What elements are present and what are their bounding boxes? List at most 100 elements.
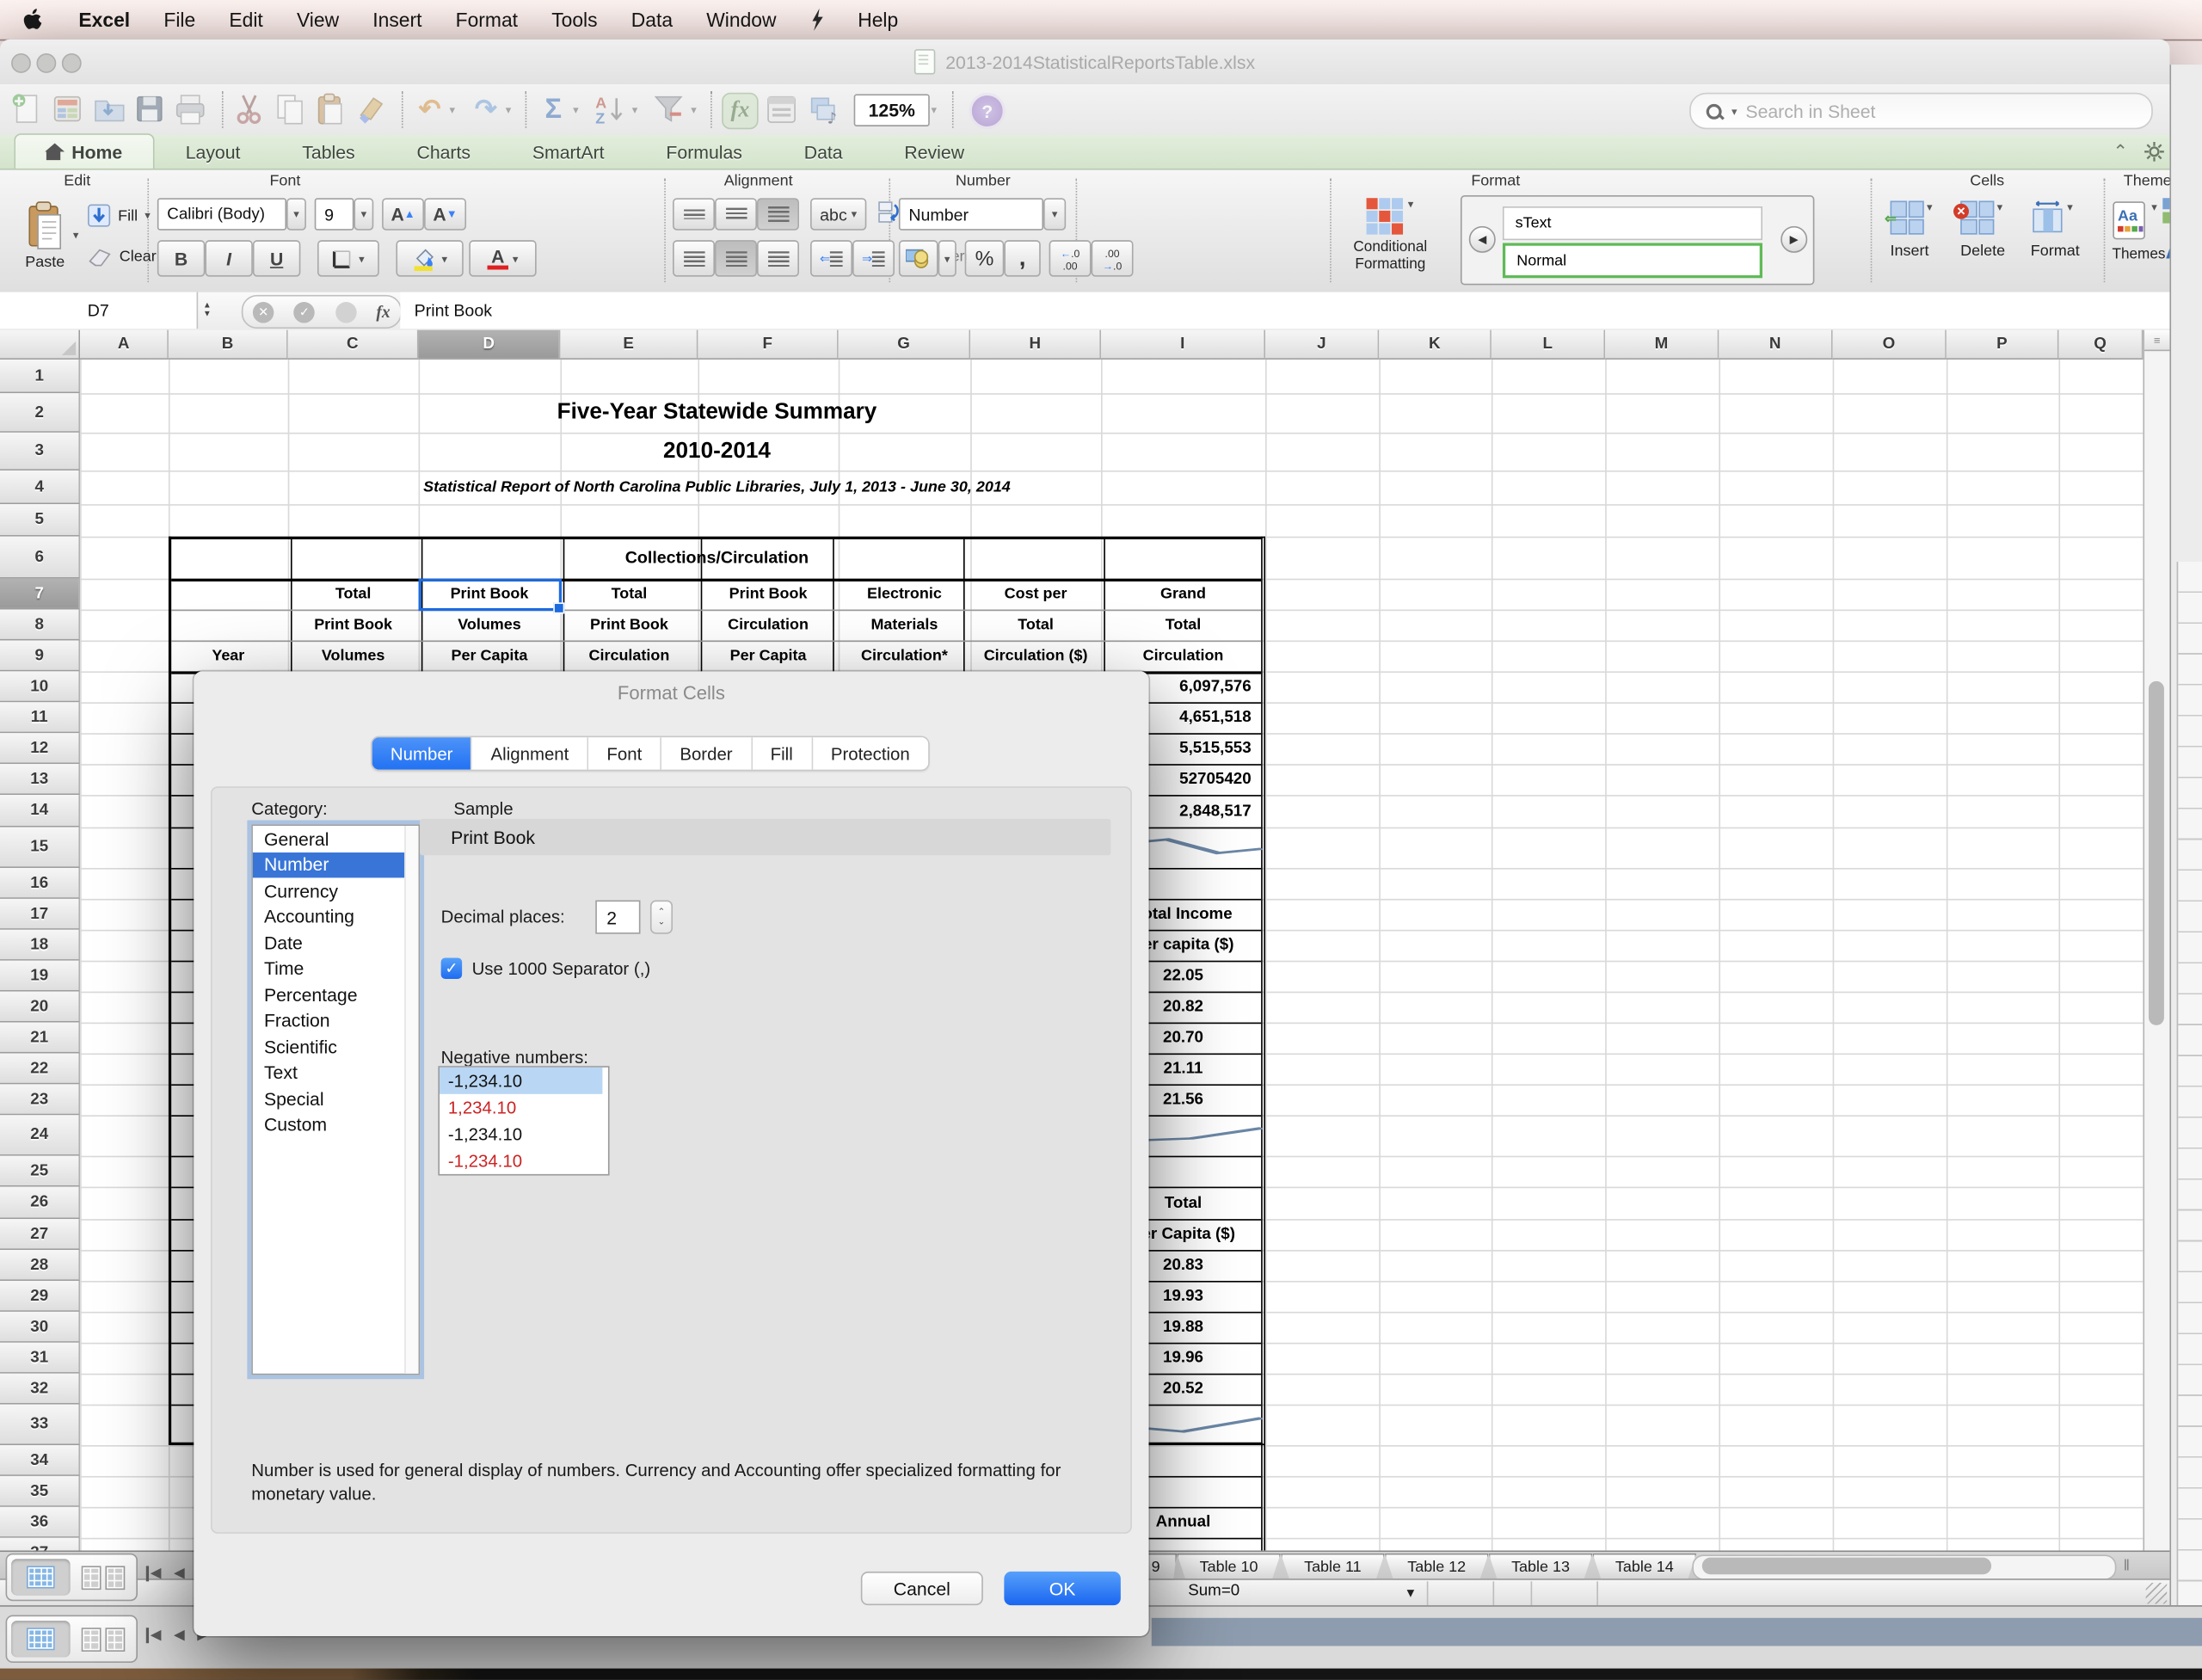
font-family-arrow[interactable]: ▾ [286, 198, 306, 231]
negative-option-0[interactable]: -1,234.10 [440, 1068, 602, 1094]
table-header-cell-r8c5[interactable]: Materials [839, 610, 970, 641]
number-format-arrow[interactable]: ▾ [1043, 198, 1066, 231]
sheet-tab-table-12[interactable]: Table 12 [1385, 1554, 1489, 1582]
row-header-27[interactable]: 27 [0, 1219, 80, 1250]
table-header-cell-r9c2[interactable]: Per Capita [419, 640, 561, 671]
row-header-26[interactable]: 26 [0, 1187, 80, 1220]
dialog-tab-font[interactable]: Font [588, 737, 661, 770]
search-scope-arrow[interactable]: ▾ [1731, 105, 1738, 118]
category-item-percentage[interactable]: Percentage [253, 982, 419, 1007]
table-header-cell-r8c6[interactable]: Total [970, 610, 1101, 641]
align-right-button[interactable] [757, 240, 799, 276]
prev-sheet-button[interactable]: ◀ [174, 1566, 185, 1581]
sort-icon[interactable]: AZ [593, 93, 626, 126]
sheet-tab-table-11[interactable]: Table 11 [1281, 1554, 1385, 1582]
row-header-13[interactable]: 13 [0, 764, 80, 795]
cancel-entry-icon[interactable]: ✕ [253, 301, 274, 322]
page-layout-view-button[interactable] [73, 1559, 132, 1595]
undo-icon[interactable]: ↶ [413, 93, 446, 126]
negative-option-2[interactable]: -1,234.10 [440, 1121, 608, 1148]
first-sheet-button[interactable]: ◀ [146, 1566, 161, 1581]
italic-button[interactable]: I [205, 240, 253, 276]
status-summary-arrow[interactable]: ▼ [1405, 1585, 1418, 1599]
tab-layout[interactable]: Layout [155, 135, 272, 169]
name-box[interactable]: D7 [0, 292, 198, 329]
table-header-cell-r7c3[interactable]: Total [560, 579, 698, 610]
zoom-control[interactable]: 125% [854, 94, 930, 126]
category-item-currency[interactable]: Currency [253, 877, 419, 903]
column-header-D[interactable]: D [419, 330, 561, 360]
undo-dropdown-arrow[interactable]: ▾ [449, 104, 455, 117]
row-header-34[interactable]: 34 [0, 1445, 80, 1476]
dialog-tab-protection[interactable]: Protection [813, 737, 928, 770]
ok-button[interactable]: OK [1004, 1572, 1121, 1605]
row-header-28[interactable]: 28 [0, 1250, 80, 1281]
apple-menu[interactable] [0, 0, 62, 40]
autosum-dropdown-arrow[interactable]: ▾ [573, 104, 579, 117]
font-color-button[interactable]: A▾ [469, 240, 536, 276]
menu-item-data[interactable]: Data [614, 0, 689, 40]
entry-option-icon[interactable] [335, 301, 356, 322]
column-header-I[interactable]: I [1101, 330, 1265, 360]
row-header-11[interactable]: 11 [0, 702, 80, 733]
align-middle-button[interactable] [715, 198, 757, 231]
row-header-14[interactable]: 14 [0, 795, 80, 828]
vertical-scrollbar[interactable]: ≡ [2143, 330, 2169, 1551]
currency-arrow[interactable]: ▾ [938, 240, 956, 276]
row-header-12[interactable]: 12 [0, 733, 80, 764]
table-header-cell-r8c1[interactable]: Print Book [288, 610, 419, 641]
scrollbar-split-handle[interactable]: ≡ [2144, 330, 2169, 351]
category-item-date[interactable]: Date [253, 930, 419, 956]
column-header-G[interactable]: G [839, 330, 970, 360]
category-item-text[interactable]: Text [253, 1060, 419, 1086]
row-header-16[interactable]: 16 [0, 868, 80, 899]
table-header-cell-r9c0[interactable]: Year [169, 640, 288, 671]
save-icon[interactable] [133, 93, 167, 126]
background-prev-sheet-button[interactable]: ◀ [174, 1628, 185, 1643]
fill-color-button[interactable]: ▾ [396, 240, 463, 276]
background-first-sheet-button[interactable]: ◀ [146, 1628, 161, 1643]
category-item-number[interactable]: Number [253, 852, 419, 877]
media-browser-icon[interactable]: ♪ [809, 93, 842, 126]
menu-item-format[interactable]: Format [439, 0, 535, 40]
thousand-separator-checkbox[interactable]: ✓ [441, 957, 462, 978]
row-header-5[interactable]: 5 [0, 504, 80, 537]
row-header-4[interactable]: 4 [0, 471, 80, 504]
row-header-17[interactable]: 17 [0, 899, 80, 930]
style-item-stext[interactable]: sText [1503, 206, 1762, 240]
tab-tables[interactable]: Tables [271, 135, 385, 169]
row-header-32[interactable]: 32 [0, 1374, 80, 1405]
decimal-places-input[interactable]: 2 [595, 901, 640, 934]
new-workbook-icon[interactable] [11, 93, 45, 126]
tab-formulas[interactable]: Formulas [636, 135, 773, 169]
row-header-24[interactable]: 24 [0, 1115, 80, 1155]
accept-entry-icon[interactable]: ✓ [294, 301, 315, 322]
menu-item-tools[interactable]: Tools [535, 0, 615, 40]
script-menu[interactable] [793, 0, 841, 40]
column-header-F[interactable]: F [698, 330, 838, 360]
negative-option-3[interactable]: -1,234.10 [440, 1148, 608, 1174]
column-header-J[interactable]: J [1265, 330, 1379, 360]
category-item-special[interactable]: Special [253, 1086, 419, 1111]
category-item-time[interactable]: Time [253, 956, 419, 982]
sheet-tab-table-10[interactable]: Table 10 [1177, 1554, 1281, 1582]
style-gallery-left-arrow[interactable]: ◀ [1469, 226, 1496, 253]
increase-decimal-button[interactable]: .00→.0 [1092, 240, 1134, 276]
align-left-button[interactable] [673, 240, 715, 276]
help-icon[interactable]: ? [969, 93, 1006, 129]
table-header-cell-r9c1[interactable]: Volumes [288, 640, 419, 671]
column-header-H[interactable]: H [970, 330, 1101, 360]
table-header-cell-r8c3[interactable]: Print Book [560, 610, 698, 641]
column-header-K[interactable]: K [1379, 330, 1492, 360]
insert-cells-button[interactable]: ▾ ⇐ Insert [1891, 200, 1933, 260]
tab-data[interactable]: Data [773, 135, 874, 169]
filter-icon[interactable] [652, 93, 686, 126]
tab-split-handle[interactable]: ‖ [2124, 1558, 2131, 1575]
underline-button[interactable]: U [253, 240, 301, 276]
category-item-custom[interactable]: Custom [253, 1111, 419, 1137]
menu-item-excel[interactable]: Excel [62, 0, 147, 40]
table-header-cell-r7c5[interactable]: Electronic [839, 579, 970, 610]
bold-button[interactable]: B [157, 240, 206, 276]
row-header-20[interactable]: 20 [0, 992, 80, 1023]
percent-button[interactable]: % [965, 240, 1005, 276]
